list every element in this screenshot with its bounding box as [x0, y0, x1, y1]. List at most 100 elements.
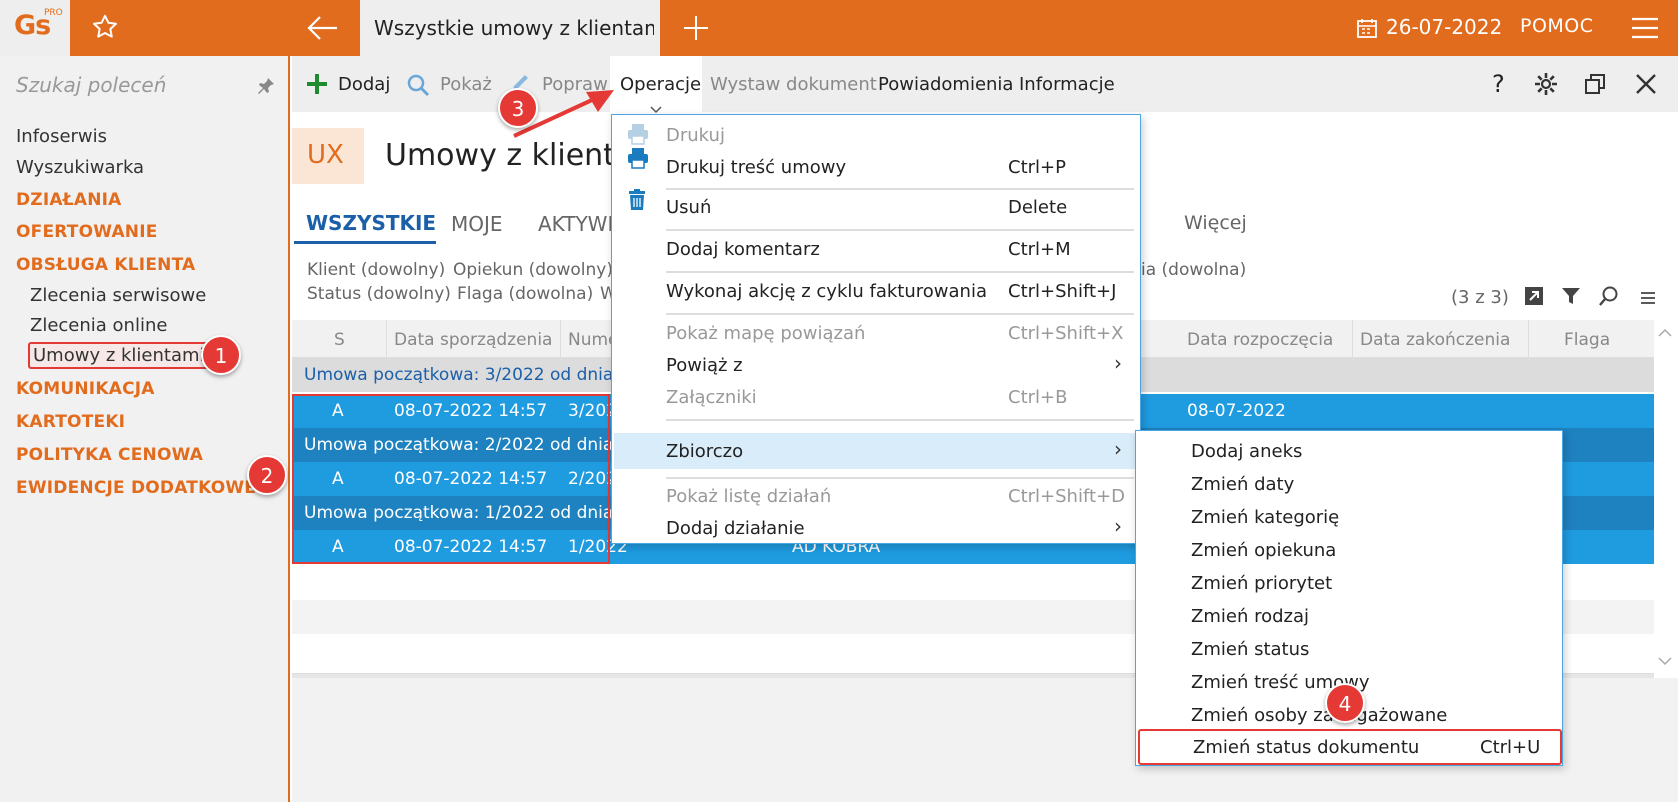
search-icon[interactable] [1598, 285, 1620, 311]
filter-category[interactable]: ia (dowolna) [1141, 260, 1246, 280]
operations-label: Operacje [620, 74, 702, 95]
menu-item-add-comment[interactable]: Dodaj komentarz [666, 239, 820, 260]
submenu-item-change-status[interactable]: Zmień status [1191, 639, 1309, 660]
help-link[interactable]: POMOC [1520, 15, 1594, 37]
sidebar-item-additional-records[interactable]: EWIDENCJE DODATKOWE [16, 478, 256, 498]
logo-area[interactable]: Gs PRO [0, 0, 70, 56]
module-badge-text: UX [307, 140, 344, 170]
notifications-button[interactable]: Powiadomienia [878, 74, 1013, 95]
filter-guardian[interactable]: Opiekun (dowolny) [453, 260, 613, 280]
tab-all[interactable]: WSZYSTKIE [294, 200, 436, 244]
callout-1: 1 [201, 335, 241, 375]
menu-item-print-contract[interactable]: Drukuj treść umowy [666, 157, 846, 178]
scroll-up-icon[interactable] [1658, 326, 1672, 342]
chevron-right-icon: › [1114, 437, 1122, 461]
record-count: (3 z 3) [1451, 287, 1509, 308]
menu-item-delete[interactable]: Usuń [666, 197, 711, 218]
filter-client[interactable]: Klient (dowolny) [307, 260, 445, 280]
sidebar-item-actions[interactable]: DZIAŁANIA [16, 190, 122, 210]
list-options-icon[interactable] [1640, 290, 1656, 309]
shortcut-ctrl-p: Ctrl+P [1008, 157, 1066, 178]
sidebar-item-offering[interactable]: OFERTOWANIE [16, 222, 158, 242]
command-search-input[interactable]: Szukaj poleceń [16, 73, 166, 97]
show-button[interactable]: Pokaż [440, 74, 492, 95]
menu-item-bulk[interactable]: Zbiorczo › [614, 433, 1140, 469]
group-label: Umowa początkowa: 3/2022 od dnia [304, 365, 614, 385]
chevron-right-icon: › [1114, 514, 1122, 538]
column-created-date[interactable]: Data sporządzenia [394, 330, 552, 350]
shortcut-ctrl-b: Ctrl+B [1008, 387, 1068, 408]
submenu-item-change-priority[interactable]: Zmień priorytet [1191, 573, 1332, 594]
column-end-date[interactable]: Data zakończenia [1360, 330, 1510, 350]
sidebar-item-contracts[interactable]: Umowy z klientami [28, 342, 210, 369]
logo-pro-label: PRO [44, 8, 63, 18]
submenu-item-change-dates[interactable]: Zmień daty [1191, 474, 1294, 495]
operations-menu-button[interactable]: Operacje [610, 56, 702, 114]
menu-item-print[interactable]: Drukuj [666, 125, 725, 146]
printer-icon [627, 147, 649, 173]
scroll-down-icon[interactable] [1658, 654, 1672, 670]
shortcut-ctrl-shift-x: Ctrl+Shift+X [1008, 323, 1124, 344]
sidebar-item-search[interactable]: Wyszukiwarka [16, 157, 144, 178]
callout-3: 3 [498, 88, 538, 128]
submenu-item-change-document-status[interactable]: Zmień status dokumentu Ctrl+U [1138, 729, 1562, 765]
submenu-item-change-guardian[interactable]: Zmień opiekuna [1191, 540, 1336, 561]
menu-item-bulk-label: Zbiorczo [666, 441, 744, 462]
column-status[interactable]: S [334, 330, 345, 350]
close-icon[interactable] [1634, 72, 1658, 100]
tab-all-label: WSZYSTKIE [306, 211, 437, 235]
module-badge: UX [292, 128, 364, 184]
sidebar-item-service-orders[interactable]: Zlecenia serwisowe [30, 285, 206, 306]
menu-item-billing-cycle-action[interactable]: Wykonaj akcję z cyklu fakturowania [666, 281, 987, 302]
hamburger-menu-icon[interactable] [1630, 16, 1660, 44]
plus-icon [306, 73, 328, 99]
shortcut-ctrl-m: Ctrl+M [1008, 239, 1071, 260]
trash-icon [627, 189, 647, 215]
menu-item-attachments[interactable]: Załączniki [666, 387, 757, 408]
information-button[interactable]: Informacje [1019, 74, 1115, 95]
menu-item-action-list[interactable]: Pokaż listę działań [666, 486, 831, 507]
tab-more[interactable]: Więcej [1184, 212, 1247, 234]
restore-window-icon[interactable] [1583, 72, 1607, 100]
chevron-right-icon: › [1114, 351, 1122, 375]
help-icon[interactable]: ? [1492, 70, 1505, 98]
cell-start-date: 08-07-2022 [1187, 401, 1286, 421]
sidebar-item-pricing-policy[interactable]: POLITYKA CENOWA [16, 445, 203, 465]
menu-item-add-action[interactable]: Dodaj działanie [666, 518, 805, 539]
active-tab[interactable]: Wszystkie umowy z klientami [360, 0, 660, 56]
sidebar-item-communication[interactable]: KOMUNIKACJA [16, 379, 155, 399]
printer-icon [627, 123, 649, 149]
top-bar: Gs PRO Wszystkie umowy z klientami 26-07… [0, 0, 1678, 56]
menu-item-relation-map[interactable]: Pokaż mapę powiązań [666, 323, 865, 344]
pin-icon[interactable] [256, 76, 276, 100]
sidebar: Szukaj poleceń Infoserwis Wyszukiwarka D… [0, 56, 290, 802]
magnifier-icon [406, 73, 430, 101]
filter-flag[interactable]: Flaga (dowolna) [457, 284, 593, 304]
sidebar-item-infoserwis[interactable]: Infoserwis [16, 126, 107, 147]
submenu-item-change-type[interactable]: Zmień rodzaj [1191, 606, 1309, 627]
filter-icon[interactable] [1561, 286, 1581, 310]
date-display[interactable]: 26-07-2022 [1386, 15, 1502, 39]
issue-document-button[interactable]: Wystaw dokument [710, 74, 877, 95]
submenu-item-change-people[interactable]: Zmień osoby zaangażowane [1191, 705, 1447, 726]
add-button[interactable]: Dodaj [338, 74, 390, 95]
gear-icon[interactable] [1534, 72, 1558, 100]
sidebar-item-online-orders[interactable]: Zlecenia online [30, 315, 167, 336]
shortcut-ctrl-shift-d: Ctrl+Shift+D [1008, 486, 1125, 507]
menu-item-link-with[interactable]: Powiąż z [666, 355, 743, 376]
shortcut-delete: Delete [1008, 197, 1068, 218]
column-start-date[interactable]: Data rozpoczęcia [1187, 330, 1333, 350]
operations-dropdown-menu: Drukuj Drukuj treść umowy Ctrl+P Usuń De… [611, 114, 1141, 544]
back-arrow-icon[interactable] [305, 12, 341, 48]
tab-mine[interactable]: MOJE [451, 212, 503, 236]
new-tab-plus-icon[interactable] [682, 14, 710, 46]
filter-status[interactable]: Status (dowolny) [307, 284, 451, 304]
submenu-item-add-annex[interactable]: Dodaj aneks [1191, 441, 1302, 462]
calendar-icon [1356, 17, 1378, 43]
column-flag[interactable]: Flaga [1564, 330, 1610, 350]
export-icon[interactable] [1524, 286, 1544, 310]
sidebar-item-customer-service[interactable]: OBSŁUGA KLIENTA [16, 255, 195, 275]
submenu-item-change-category[interactable]: Zmień kategorię [1191, 507, 1339, 528]
sidebar-item-registers[interactable]: KARTOTEKI [16, 412, 125, 432]
star-icon[interactable] [90, 12, 120, 46]
